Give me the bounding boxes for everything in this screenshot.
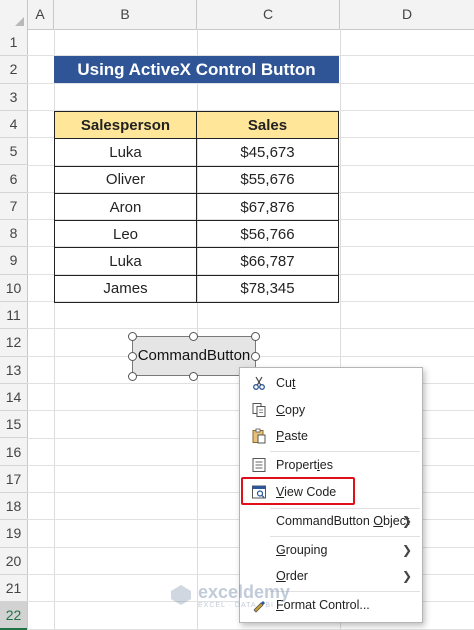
view-code-highlight — [241, 477, 355, 505]
sales-table: Salesperson Sales Luka $45,673 Oliver $5… — [54, 110, 339, 304]
table-row: James $78,345 — [54, 274, 339, 304]
salesperson-cell[interactable]: Leo — [54, 220, 197, 249]
row-header-21[interactable]: 21 — [0, 575, 27, 603]
column-header-d[interactable]: D — [340, 0, 474, 29]
column-header-c[interactable]: C — [197, 0, 340, 29]
watermark: exceldemy EXCEL · DATA · BI — [170, 580, 320, 614]
row-header-20[interactable]: 20 — [0, 548, 27, 575]
sales-cell[interactable]: $56,766 — [196, 220, 339, 249]
salesperson-cell[interactable]: James — [54, 274, 197, 304]
exceldemy-logo-icon — [171, 585, 191, 605]
salesperson-cell[interactable]: Luka — [54, 138, 197, 167]
spreadsheet: A B C D 1 2 3 4 5 6 7 8 9 10 11 12 13 14 15 16 17 18 19 20 2… — [0, 0, 474, 630]
column-header-bar: A B C D — [0, 0, 474, 30]
chevron-right-icon: ❯ — [401, 569, 412, 583]
row-header-bar: 1 2 3 4 5 6 7 8 9 10 11 12 13 14 15 16 17 18 19 20 21 22 — [0, 29, 28, 630]
row-header-1[interactable]: 1 — [0, 29, 27, 57]
row-header-18[interactable]: 18 — [0, 493, 27, 521]
watermark-subtext: EXCEL · DATA · BI — [198, 602, 274, 609]
sales-cell[interactable]: $66,787 — [196, 247, 339, 276]
row-header-6[interactable]: 6 — [0, 166, 27, 193]
chevron-right-icon: ❯ — [401, 514, 412, 528]
watermark-text: exceldemy — [198, 582, 291, 602]
row-header-8[interactable]: 8 — [0, 220, 27, 248]
copy-icon — [252, 403, 266, 417]
row-header-15[interactable]: 15 — [0, 411, 27, 439]
sales-cell[interactable]: $45,673 — [196, 138, 339, 167]
sales-cell[interactable]: $67,876 — [196, 192, 339, 222]
row-header-10[interactable]: 10 — [0, 275, 27, 302]
row-header-19[interactable]: 19 — [0, 520, 27, 548]
menu-label: opy — [285, 403, 306, 417]
row-header-2[interactable]: 2 — [0, 56, 27, 84]
row-header-17[interactable]: 17 — [0, 466, 27, 494]
resize-handle[interactable] — [251, 332, 260, 341]
resize-handle[interactable] — [251, 352, 260, 361]
activex-command-button[interactable]: CommandButton — [132, 336, 256, 376]
row-header-11[interactable]: 11 — [0, 302, 27, 330]
row-header-3[interactable]: 3 — [0, 84, 27, 111]
column-header-b[interactable]: B — [54, 0, 197, 29]
menu-label: es — [319, 458, 333, 472]
menu-label: CommandButton — [276, 514, 374, 528]
select-all-corner[interactable] — [0, 0, 28, 29]
table-row: Oliver $55,676 — [54, 165, 339, 194]
salesperson-cell[interactable]: Luka — [54, 247, 197, 276]
menu-item-paste[interactable]: Paste — [240, 423, 422, 449]
menu-accelerator: C — [276, 403, 286, 417]
resize-handle[interactable] — [189, 332, 198, 341]
scissors-icon — [253, 376, 265, 390]
paste-icon — [252, 428, 266, 444]
sales-cell[interactable]: $78,345 — [196, 274, 339, 304]
sales-cell[interactable]: $55,676 — [196, 165, 339, 194]
column-header-a[interactable]: A — [27, 0, 54, 29]
menu-item-properties[interactable]: Properties — [240, 452, 422, 478]
menu-accelerator: G — [276, 543, 286, 557]
menu-label: aste — [284, 429, 308, 443]
sheet-title[interactable]: Using ActiveX Control Button — [54, 56, 339, 83]
menu-item-cut[interactable]: Cut — [240, 370, 422, 396]
row-header-5[interactable]: 5 — [0, 138, 27, 166]
resize-handle[interactable] — [189, 372, 198, 381]
resize-handle[interactable] — [128, 352, 137, 361]
resize-handle[interactable] — [128, 332, 137, 341]
menu-label: Cu — [276, 376, 292, 390]
menu-accelerator: O — [373, 514, 384, 528]
menu-item-grouping[interactable]: Grouping ❯ — [240, 537, 422, 563]
menu-label: rouping — [285, 543, 328, 557]
table-row: Aron $67,876 — [54, 192, 339, 222]
menu-accelerator: t — [291, 376, 296, 390]
properties-icon — [252, 458, 266, 472]
gridline — [27, 328, 474, 330]
row-header-16[interactable]: 16 — [0, 439, 27, 466]
gridline — [27, 628, 474, 630]
row-header-7[interactable]: 7 — [0, 193, 27, 221]
chevron-right-icon: ❯ — [401, 543, 412, 557]
table-row: Leo $56,766 — [54, 220, 339, 249]
menu-item-copy[interactable]: Copy — [240, 397, 422, 423]
row-header-12[interactable]: 12 — [0, 329, 27, 357]
table-row: Luka $45,673 — [54, 138, 339, 167]
row-header-4[interactable]: 4 — [0, 111, 27, 139]
row-header-22[interactable]: 22 — [0, 602, 27, 630]
table-row: Luka $66,787 — [54, 247, 339, 276]
menu-label: Propert — [276, 458, 317, 472]
resize-handle[interactable] — [128, 372, 137, 381]
salesperson-cell[interactable]: Aron — [54, 192, 197, 222]
row-header-14[interactable]: 14 — [0, 384, 27, 412]
salesperson-cell[interactable]: Oliver — [54, 165, 197, 194]
row-header-9[interactable]: 9 — [0, 247, 27, 275]
header-salesperson[interactable]: Salesperson — [54, 110, 197, 140]
row-header-13[interactable]: 13 — [0, 357, 27, 384]
menu-item-commandbutton-object[interactable]: CommandButton Object ❯ — [240, 508, 422, 534]
header-sales[interactable]: Sales — [196, 110, 339, 140]
